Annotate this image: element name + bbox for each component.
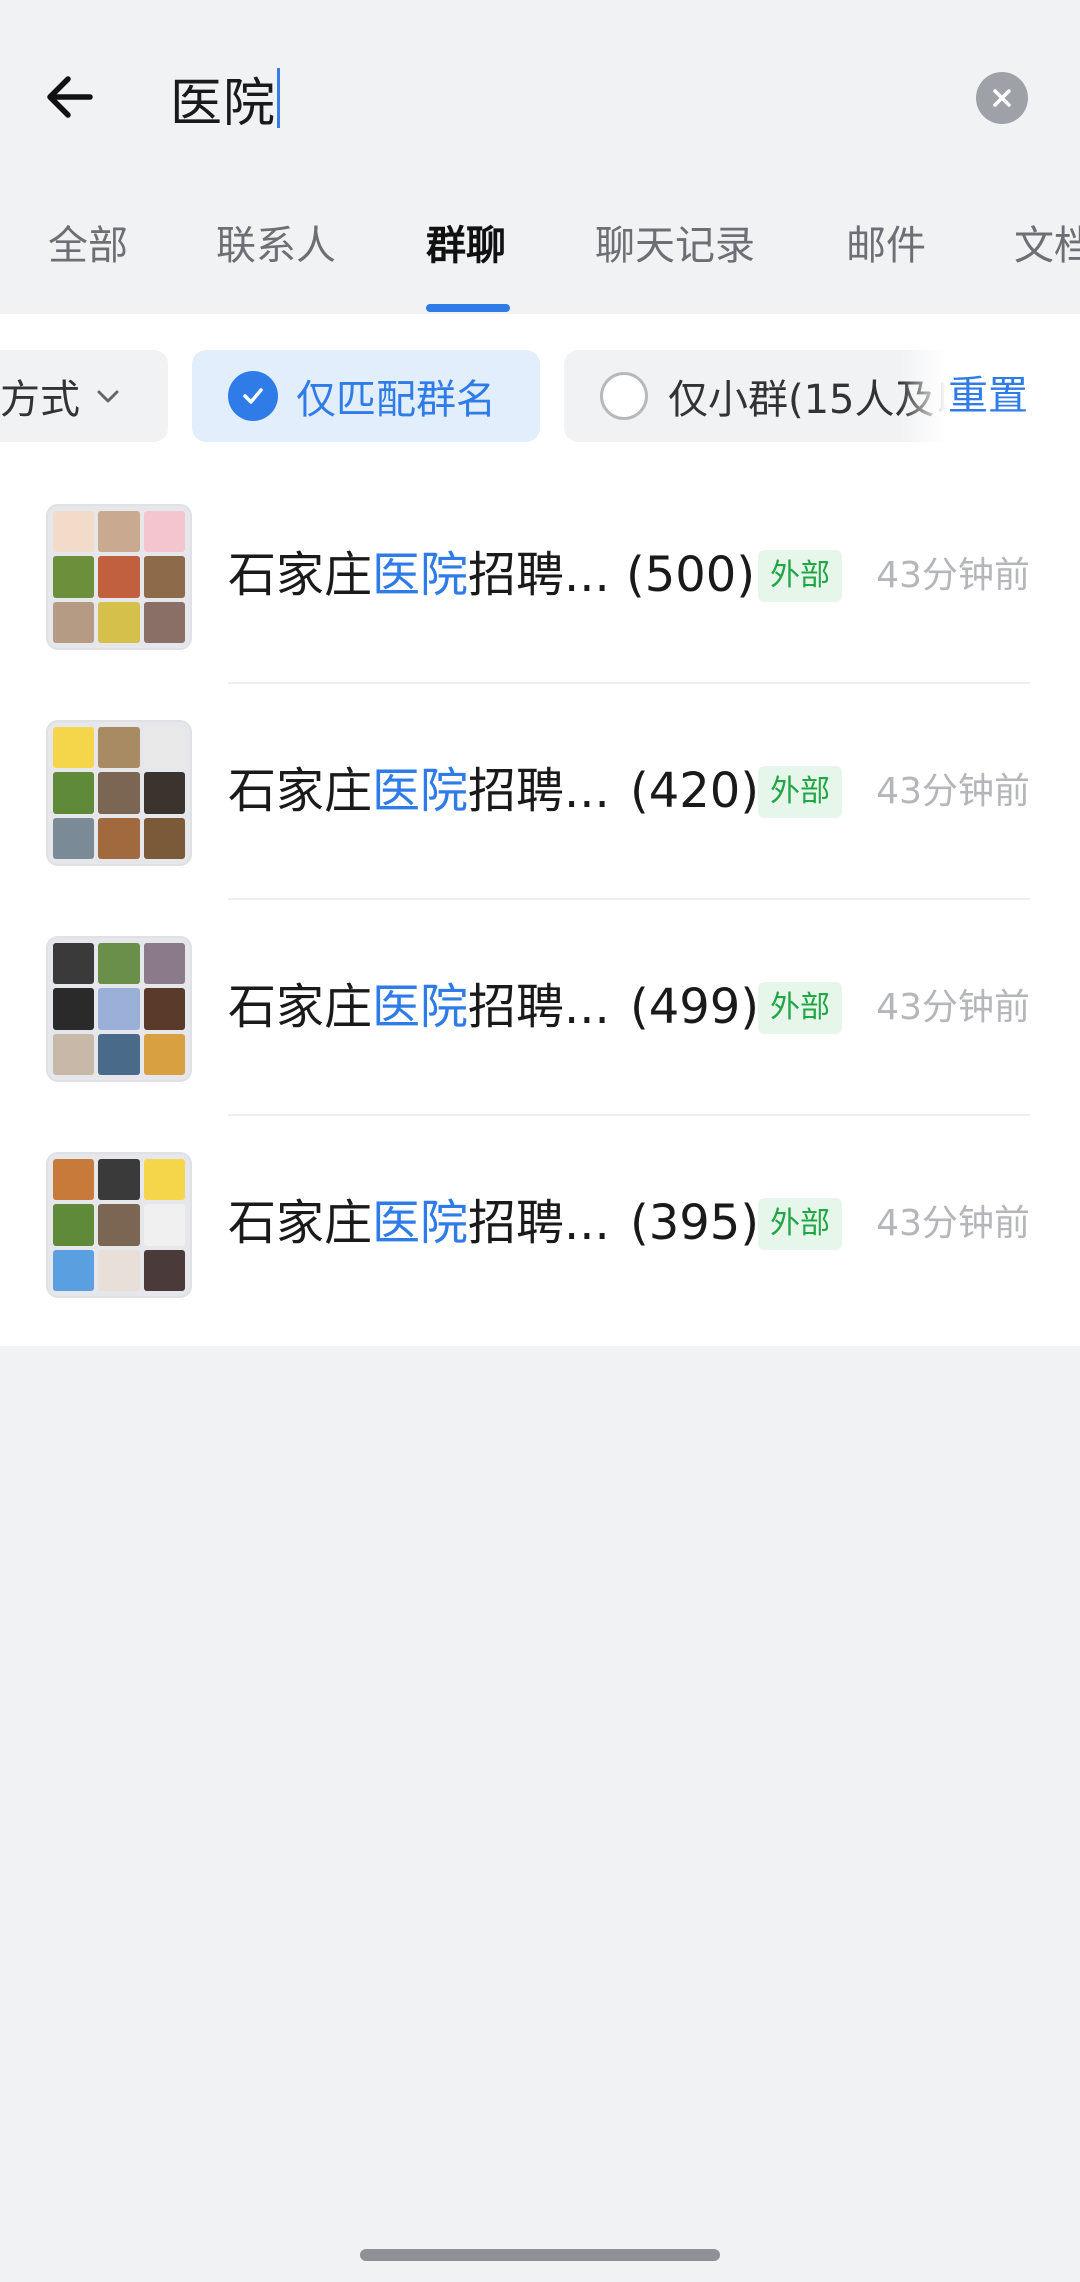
results-panel: 方式 仅匹配群名 仅小群(15人及以下) 重置 石家庄医院招聘... (500)… [0, 314, 1080, 1346]
external-badge: 外部 [758, 766, 842, 818]
filter-bar: 方式 仅匹配群名 仅小群(15人及以下) 重置 [0, 350, 1080, 444]
avatar-tile [143, 1204, 185, 1246]
match-group-name-label: 仅匹配群名 [296, 377, 496, 423]
avatar-tile [53, 772, 95, 814]
home-indicator[interactable] [360, 2249, 720, 2261]
avatar-tile [143, 988, 185, 1030]
sort-filter-label: 方式 [0, 377, 80, 423]
match-group-name-chip[interactable]: 仅匹配群名 [192, 350, 540, 442]
search-highlight: 医院 [372, 979, 469, 1035]
group-result-row[interactable]: 石家庄医院招聘... (499) 外部 43分钟前 [0, 900, 1080, 1116]
back-button[interactable] [30, 57, 110, 137]
radio-unchecked-icon [600, 372, 648, 420]
tab-all[interactable]: 全部 [48, 216, 128, 276]
avatar-tile [143, 556, 185, 598]
reset-button[interactable]: 重置 [948, 366, 1028, 426]
group-name: 石家庄医院招聘... [228, 1195, 610, 1251]
external-badge: 外部 [758, 982, 842, 1034]
search-bar: 医院 [0, 0, 1080, 190]
tab-chat-history[interactable]: 聊天记录 [595, 216, 755, 276]
avatar-tile [53, 511, 95, 553]
group-avatar [46, 1152, 192, 1298]
group-avatar [46, 504, 192, 650]
search-highlight: 医院 [372, 547, 469, 603]
group-avatar [46, 936, 192, 1082]
avatar-tile [53, 988, 95, 1030]
avatar-tile [53, 817, 95, 859]
avatar-tile [143, 1159, 185, 1201]
group-name: 石家庄医院招聘... [228, 979, 610, 1035]
text-caret [277, 68, 281, 128]
avatar-tile [53, 943, 95, 985]
tab-mail[interactable]: 邮件 [846, 216, 926, 276]
avatar-tile [143, 601, 185, 643]
group-name: 石家庄医院招聘... [228, 547, 610, 603]
group-result-row[interactable]: 石家庄医院招聘... (395) 外部 43分钟前 [0, 1116, 1080, 1332]
search-highlight: 医院 [372, 763, 469, 819]
avatar-tile [53, 1033, 95, 1075]
avatar-tile [143, 943, 185, 985]
group-result-row[interactable]: 石家庄医院招聘... (420) 外部 43分钟前 [0, 684, 1080, 900]
search-query[interactable]: 医院 [170, 61, 276, 136]
member-count: (500) [626, 547, 756, 603]
last-active-time: 43分钟前 [876, 1203, 1030, 1244]
external-badge: 外部 [758, 550, 842, 602]
tab-contacts[interactable]: 联系人 [216, 216, 336, 276]
tab-group-chats[interactable]: 群聊 [426, 216, 506, 276]
avatar-tile [53, 1204, 95, 1246]
sort-filter-chip[interactable]: 方式 [0, 350, 168, 442]
member-count: (395) [630, 1195, 760, 1251]
avatar-tile [143, 511, 185, 553]
avatar-tile [143, 1033, 185, 1075]
chevron-down-icon [97, 390, 119, 403]
avatar-tile [53, 1159, 95, 1201]
search-highlight: 医院 [372, 1195, 469, 1251]
avatar-tile [98, 1204, 140, 1246]
tab-docs[interactable]: 文档 [1014, 216, 1080, 276]
active-tab-indicator [426, 304, 510, 312]
group-result-row[interactable]: 石家庄医院招聘... (500) 外部 43分钟前 [0, 468, 1080, 684]
avatar-tile [143, 1249, 185, 1291]
avatar-tile [53, 1249, 95, 1291]
avatar-tile [98, 727, 140, 769]
search-input[interactable]: 医院 [170, 60, 950, 136]
avatar-tile [98, 817, 140, 859]
avatar-tile [98, 511, 140, 553]
external-badge: 外部 [758, 1198, 842, 1250]
avatar-tile [143, 772, 185, 814]
avatar-tile [98, 1159, 140, 1201]
avatar-tile [98, 943, 140, 985]
avatar-tile [53, 601, 95, 643]
avatar-tile [53, 727, 95, 769]
avatar-tile [98, 988, 140, 1030]
avatar-tile [143, 727, 185, 769]
avatar-tile [98, 556, 140, 598]
avatar-tile [98, 772, 140, 814]
avatar-tile [98, 1033, 140, 1075]
avatar-tile [98, 1249, 140, 1291]
avatar-tile [98, 601, 140, 643]
group-avatar [46, 720, 192, 866]
group-name: 石家庄医院招聘... [228, 763, 610, 819]
result-tabs: 全部 联系人 群聊 聊天记录 邮件 文档 [0, 200, 1080, 314]
last-active-time: 43分钟前 [876, 555, 1030, 596]
avatar-tile [143, 817, 185, 859]
close-icon [993, 89, 1011, 107]
avatar-tile [53, 556, 95, 598]
member-count: (420) [630, 763, 760, 819]
arrow-left-icon [47, 76, 93, 118]
last-active-time: 43分钟前 [876, 987, 1030, 1028]
clear-search-button[interactable] [976, 72, 1028, 124]
last-active-time: 43分钟前 [876, 771, 1030, 812]
member-count: (499) [630, 979, 760, 1035]
checkmark-icon [228, 371, 278, 421]
